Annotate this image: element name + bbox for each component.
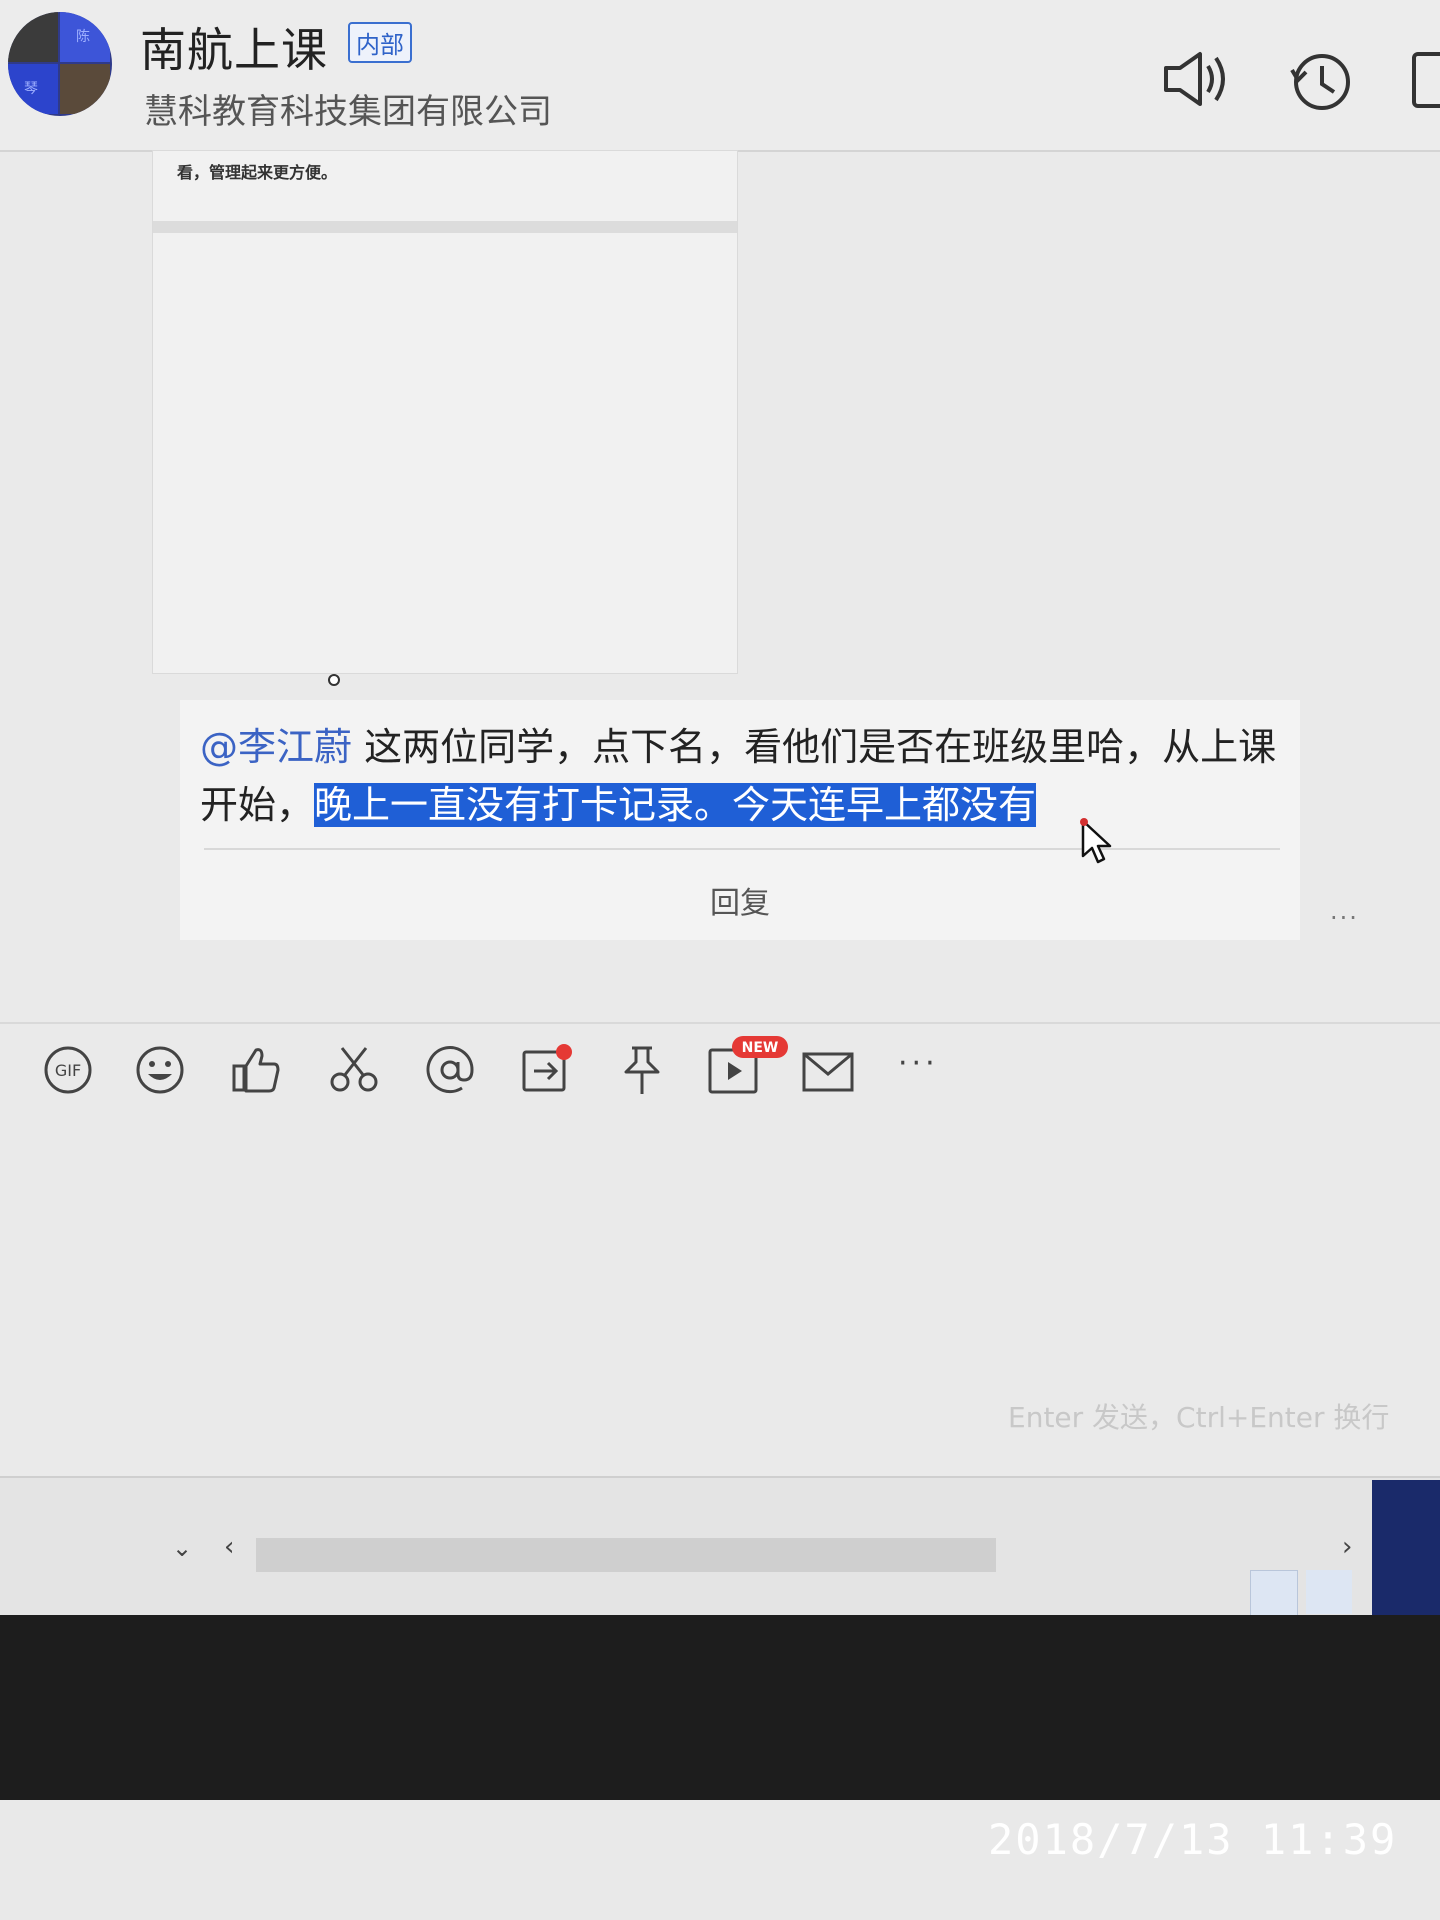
gif-label: GIF [55, 1061, 81, 1080]
message-text[interactable]: @李江蔚 这两位同学，点下名，看他们是否在班级里哈，从上课开始，晚上一直没有打卡… [200, 718, 1280, 834]
status-strip: ⌄ ‹ › [0, 1476, 1440, 1615]
reply-button[interactable]: 回复 [180, 878, 1300, 922]
avatar-tile [60, 64, 110, 114]
chevron-down-icon[interactable]: ⌄ [172, 1534, 192, 1562]
gif-icon[interactable]: GIF [40, 1042, 96, 1098]
panel-icon[interactable] [1410, 48, 1440, 114]
toolbar-divider [0, 1022, 1440, 1024]
at-icon[interactable] [422, 1042, 478, 1098]
avatar-tile: 陈 [60, 12, 110, 62]
horizontal-scrollbar[interactable] [256, 1538, 996, 1572]
scissors-icon[interactable] [326, 1042, 382, 1098]
view-list-icon[interactable] [1250, 1570, 1298, 1615]
history-icon[interactable] [1288, 48, 1354, 114]
mail-icon[interactable] [800, 1042, 856, 1098]
pin-icon[interactable] [614, 1042, 670, 1098]
divider [204, 848, 1280, 850]
avatar-tile [8, 12, 58, 62]
image-divider [153, 221, 737, 233]
speaker-icon[interactable] [1160, 48, 1230, 110]
avatar-tile: 琴 [8, 64, 58, 114]
chat-header: 陈 琴 南航上课 内部 慧科教育科技集团有限公司 [0, 0, 1440, 152]
group-avatar[interactable]: 陈 琴 [8, 12, 112, 116]
mouse-cursor-icon [1080, 818, 1112, 864]
message-bubble[interactable]: @李江蔚 这两位同学，点下名，看他们是否在班级里哈，从上课开始，晚上一直没有打卡… [180, 700, 1300, 940]
taskbar-edge [1372, 1480, 1440, 1615]
image-message[interactable]: 看，管理起来更方便。 [152, 150, 738, 674]
mention-link[interactable]: @李江蔚 [200, 725, 352, 769]
more-icon[interactable]: ··· [898, 1046, 954, 1102]
scroll-right-icon[interactable]: › [1342, 1532, 1352, 1562]
thumbs-up-icon[interactable] [228, 1042, 284, 1098]
app-window: 陈 琴 南航上课 内部 慧科教育科技集团有限公司 看，管理起来更方便。 @李江蔚… [0, 0, 1440, 1615]
photo-timestamp: 2018/7/13 11:39 [988, 1815, 1398, 1864]
chat-title: 南航上课 [140, 23, 328, 77]
send-hint: Enter 发送，Ctrl+Enter 换行 [1008, 1401, 1390, 1434]
company-name: 慧科教育科技集团有限公司 [144, 92, 552, 132]
screen-record-icon[interactable]: NEW [706, 1036, 792, 1098]
internal-badge: 内部 [348, 22, 412, 63]
avatar-text: 陈 [76, 29, 90, 45]
resize-handle[interactable] [328, 674, 340, 686]
message-more-button[interactable]: ··· [1330, 904, 1359, 932]
share-icon[interactable] [518, 1042, 574, 1098]
avatar-text: 琴 [24, 81, 38, 97]
scroll-left-icon[interactable]: ‹ [224, 1532, 234, 1562]
image-caption: 看，管理起来更方便。 [177, 163, 338, 182]
new-badge: NEW [742, 1040, 779, 1056]
view-slide-icon[interactable] [1306, 1570, 1352, 1614]
selected-text[interactable]: 晚上一直没有打卡记录。今天连早上都没有 [314, 783, 1037, 827]
emoji-icon[interactable] [132, 1042, 188, 1098]
